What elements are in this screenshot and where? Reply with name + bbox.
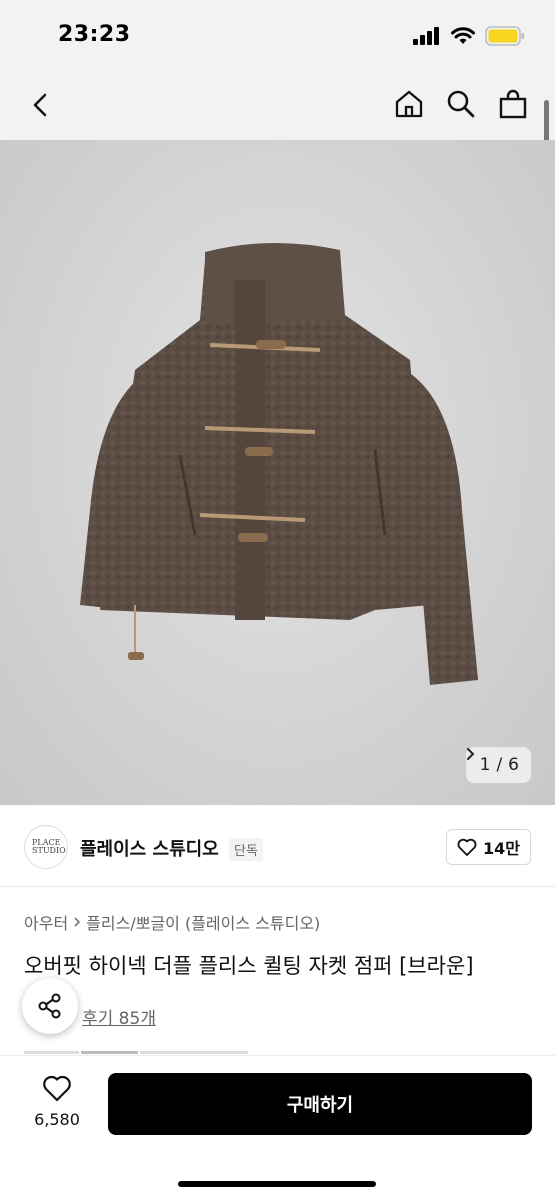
back-arrow-icon[interactable]	[26, 90, 56, 120]
search-icon[interactable]	[445, 88, 477, 120]
chevron-right-icon	[466, 748, 475, 760]
share-button[interactable]	[22, 978, 78, 1034]
shopping-bag-icon[interactable]	[497, 88, 529, 120]
brand-row: PLACE STUDIO 플레이스 스튜디오 단독 14만	[0, 805, 555, 887]
chevron-right-icon	[74, 917, 81, 927]
image-separator: /	[496, 755, 503, 775]
product-title: 오버핏 하이넥 더플 플리스 퀼팅 자켓 점퍼 [브라운]	[24, 954, 474, 978]
image-current: 1	[479, 755, 491, 775]
image-counter[interactable]: 1 / 6	[465, 747, 531, 783]
nav-actions	[393, 88, 529, 120]
exclusive-badge: 단독	[229, 838, 263, 861]
breadcrumb-sub[interactable]: 플리스/뽀글이 (플레이스 스튜디오)	[86, 910, 320, 934]
breadcrumb: 아우터 플리스/뽀글이 (플레이스 스튜디오)	[24, 910, 320, 934]
home-indicator[interactable]	[178, 1181, 376, 1187]
battery-icon	[485, 26, 524, 46]
purchase-bar: 6,580 구매하기	[0, 1055, 555, 1200]
status-icons	[413, 26, 525, 46]
wishlist-button[interactable]: 6,580	[26, 1074, 88, 1129]
brand-like-button[interactable]: 14만	[446, 829, 531, 865]
status-bar: 23:23	[0, 0, 555, 70]
buy-button[interactable]: 구매하기	[108, 1073, 532, 1135]
brand-logo[interactable]: PLACE STUDIO	[24, 825, 68, 869]
nav-bar	[0, 70, 555, 140]
wifi-icon	[451, 27, 475, 44]
heart-icon	[43, 1075, 71, 1102]
signal-icon	[413, 27, 439, 45]
review-link[interactable]: 후기 85개	[82, 1004, 156, 1029]
product-photo-jacket	[80, 242, 478, 685]
brand-name[interactable]: 플레이스 스튜디오	[80, 835, 219, 861]
status-time: 23:23	[58, 22, 131, 47]
image-total: 6	[508, 755, 519, 775]
brand-like-count: 14만	[483, 839, 520, 858]
share-icon	[38, 993, 61, 1019]
product-image-gallery[interactable]: 1 / 6	[0, 140, 555, 805]
wishlist-count: 6,580	[34, 1110, 80, 1129]
home-icon[interactable]	[393, 88, 425, 120]
brand-logo-text: PLACE STUDIO	[32, 838, 66, 855]
heart-icon	[457, 838, 477, 856]
breadcrumb-root[interactable]: 아우터	[24, 910, 68, 934]
